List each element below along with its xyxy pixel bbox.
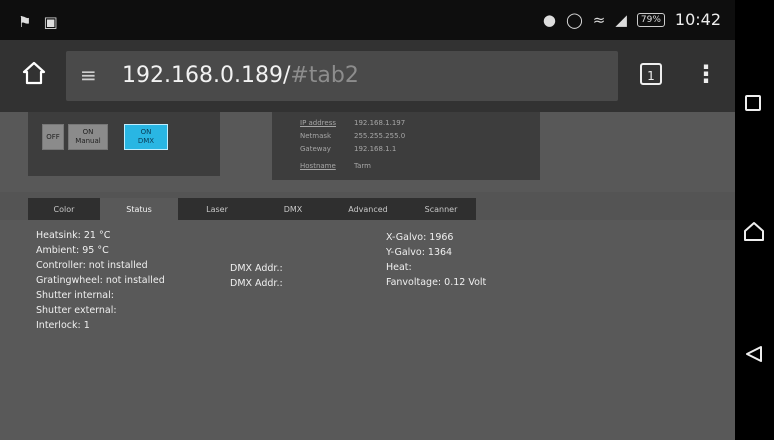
url-text[interactable]: 192.168.0.189/#tab2 — [122, 63, 359, 88]
ip-address-link[interactable]: IP address — [300, 119, 344, 127]
record-icon: ● — [542, 10, 556, 29]
tab-bar: Color Status Laser DMX Advanced Scanner — [28, 198, 476, 220]
wifi-icon: ≈ — [592, 10, 606, 29]
tab-switcher-button[interactable]: 1 — [640, 63, 662, 85]
overflow-menu-icon[interactable]: ⋮ — [694, 56, 718, 92]
status-left-icons: ⚑ ▣ — [18, 13, 58, 31]
network-row-netmask: Netmask 255.255.255.0 — [300, 132, 405, 140]
netmask-label: Netmask — [300, 132, 332, 140]
shutter-external-text: Shutter external: — [36, 305, 117, 316]
heatsink-text: Heatsink: 21 °C — [36, 230, 111, 241]
hostname-value: Tarm — [354, 162, 371, 170]
url-hash: #tab2 — [290, 63, 359, 88]
gratingwheel-text: Gratingwheel: not installed — [36, 275, 165, 286]
status-right-icons: ● ◯ ≈ ◢ 79% 10:42 — [543, 10, 721, 29]
nav-home-icon[interactable] — [743, 220, 765, 242]
on-dmx-button[interactable]: ON DMX — [124, 124, 168, 150]
recent-apps-icon[interactable] — [745, 95, 761, 111]
x-galvo-text: X-Galvo: 1966 — [386, 232, 454, 243]
shutter-internal-text: Shutter internal: — [36, 290, 114, 301]
fanvoltage-text: Fanvoltage: 0.12 Volt — [386, 277, 487, 288]
network-row-gateway: Gateway 192.168.1.1 — [300, 145, 396, 153]
address-bar[interactable]: ≡ 192.168.0.189/#tab2 — [66, 51, 618, 101]
battery-indicator: 79% — [636, 12, 665, 27]
on-manual-label: ON Manual — [75, 128, 101, 145]
page-info-icon[interactable]: ≡ — [80, 63, 97, 87]
tab-laser[interactable]: Laser — [178, 198, 256, 220]
network-info-panel: IP address 192.168.1.197 Netmask 255.255… — [272, 112, 540, 180]
url-host: 192.168.0.189/ — [122, 63, 291, 88]
navigation-bar — [735, 0, 774, 440]
heat-text: Heat: — [386, 262, 412, 273]
ambient-text: Ambient: 95 °C — [36, 245, 109, 256]
page-header-area: OFF ON Manual ON DMX IP address 192.168.… — [0, 112, 735, 192]
signal-icon: ◢ — [615, 10, 627, 29]
web-page: OFF ON Manual ON DMX IP address 192.168.… — [0, 112, 735, 440]
tab-advanced[interactable]: Advanced — [330, 198, 406, 220]
network-row-hostname: Hostname Tarm — [300, 162, 371, 170]
interlock-text: Interlock: 1 — [36, 320, 90, 331]
status-tab-content: Heatsink: 21 °C Ambient: 95 °C Controlle… — [0, 220, 735, 440]
browser-toolbar: ≡ 192.168.0.189/#tab2 1 ⋮ — [0, 40, 735, 112]
dmx-addr-text-2: DMX Addr.: — [230, 278, 283, 289]
tab-dmx[interactable]: DMX — [256, 198, 330, 220]
gateway-value: 192.168.1.1 — [354, 145, 397, 153]
status-bar: ⚑ ▣ ● ◯ ≈ ◢ 79% 10:42 — [0, 0, 735, 40]
tab-color[interactable]: Color — [28, 198, 100, 220]
tab-status[interactable]: Status — [100, 198, 178, 220]
on-manual-button[interactable]: ON Manual — [68, 124, 108, 150]
image-icon: ▣ — [43, 13, 58, 31]
clock: 10:42 — [674, 10, 721, 29]
network-row-ip: IP address 192.168.1.197 — [300, 119, 405, 127]
mode-panel: OFF ON Manual ON DMX — [28, 112, 220, 176]
hostname-link[interactable]: Hostname — [300, 162, 344, 170]
ip-address-value: 192.168.1.197 — [354, 119, 406, 127]
y-galvo-text: Y-Galvo: 1364 — [386, 247, 453, 258]
phone-screen: ⚑ ▣ ● ◯ ≈ ◢ 79% 10:42 ≡ 192.168.0.189/#t… — [0, 0, 735, 440]
netmask-value: 255.255.255.0 — [354, 132, 406, 140]
controller-text: Controller: not installed — [36, 260, 148, 271]
off-button[interactable]: OFF — [42, 124, 64, 150]
on-dmx-label: ON DMX — [137, 128, 155, 145]
home-icon — [22, 61, 46, 85]
alarm-icon: ◯ — [565, 10, 583, 29]
home-button[interactable] — [16, 60, 52, 92]
notification-icon: ⚑ — [18, 13, 32, 31]
dmx-addr-text-1: DMX Addr.: — [230, 263, 283, 274]
gateway-label: Gateway — [300, 145, 331, 153]
tab-scanner[interactable]: Scanner — [406, 198, 476, 220]
nav-back-icon[interactable] — [744, 344, 764, 364]
